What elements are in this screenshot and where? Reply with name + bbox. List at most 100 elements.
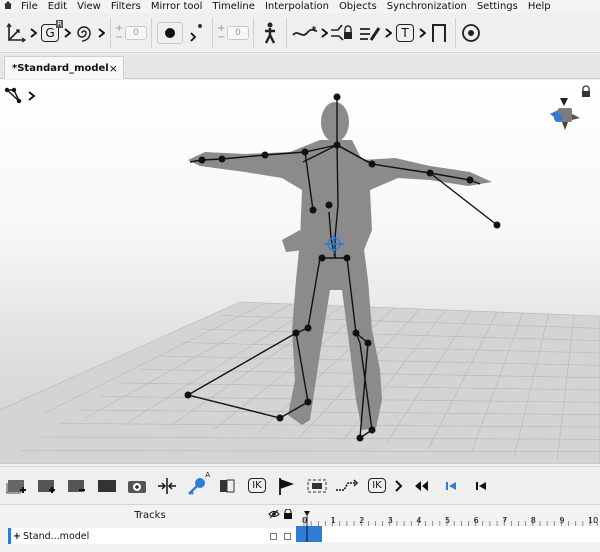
camera-icon[interactable] bbox=[461, 16, 483, 50]
chevron-right-icon[interactable] bbox=[417, 16, 427, 50]
ruler-ticks: 0 1 2 3 4 5 6 7 8 9 10 bbox=[302, 516, 598, 526]
edit-lines-icon[interactable] bbox=[358, 16, 382, 50]
minus-label[interactable]: − bbox=[217, 32, 225, 42]
film-frame-icon[interactable] bbox=[92, 471, 122, 501]
menu-edit[interactable]: Edit bbox=[43, 0, 72, 13]
close-icon[interactable]: × bbox=[109, 62, 118, 75]
text-t-button[interactable]: T bbox=[394, 16, 416, 50]
tick-label: 6 bbox=[474, 516, 479, 525]
figure-icon[interactable] bbox=[259, 16, 281, 50]
tick-label: 0 bbox=[302, 516, 307, 525]
menu-synchronization[interactable]: Synchronization bbox=[382, 0, 472, 13]
tick-label: 2 bbox=[359, 516, 364, 525]
chevron-right-icon[interactable] bbox=[62, 16, 72, 50]
menu-file[interactable]: File bbox=[16, 0, 43, 13]
lock-icon[interactable] bbox=[283, 509, 293, 519]
tab-standard-model[interactable]: *Standard_model × bbox=[4, 56, 124, 79]
document-tab-bar: *Standard_model × bbox=[0, 54, 600, 79]
tick-label: 8 bbox=[531, 516, 536, 525]
ik-secondary-button[interactable]: IK bbox=[362, 471, 392, 501]
split-icon[interactable] bbox=[152, 471, 182, 501]
3d-viewport[interactable] bbox=[0, 80, 600, 464]
chevron-right-icon[interactable] bbox=[383, 16, 393, 50]
remove-clip-icon[interactable] bbox=[62, 471, 92, 501]
menu-view[interactable]: View bbox=[72, 0, 106, 13]
timeline-track-lane bbox=[296, 526, 600, 542]
locked-curve-icon[interactable] bbox=[330, 16, 356, 50]
tick-label: 1 bbox=[331, 516, 336, 525]
record-button[interactable] bbox=[157, 16, 183, 50]
toolbar-divider bbox=[151, 17, 152, 48]
pin-chevron-icon[interactable] bbox=[185, 16, 207, 50]
mirror-pose-icon[interactable] bbox=[212, 471, 242, 501]
menu-timeline[interactable]: Timeline bbox=[207, 0, 260, 13]
menu-settings[interactable]: Settings bbox=[472, 0, 523, 13]
toolbar-divider bbox=[212, 17, 213, 48]
tick-label: 5 bbox=[445, 516, 450, 525]
menu-mirror-tool[interactable]: Mirror tool bbox=[146, 0, 208, 13]
tracks-panel: Tracks + Stand...model 0 1 2 3 4 5 6 7 8 9 10 bbox=[0, 504, 600, 548]
rewind-icon[interactable] bbox=[406, 471, 436, 501]
tracks-title: Tracks bbox=[134, 510, 166, 521]
track-label: Stand...model bbox=[23, 530, 90, 542]
tick-label: 9 bbox=[559, 516, 564, 525]
ik-label: IK bbox=[248, 478, 266, 493]
add-camera-icon[interactable] bbox=[122, 471, 152, 501]
minus-label[interactable]: − bbox=[115, 32, 123, 42]
timeline-ruler[interactable]: 0 1 2 3 4 5 6 7 8 9 10 bbox=[296, 505, 600, 549]
frame-select-icon[interactable] bbox=[302, 471, 332, 501]
tick-label: 7 bbox=[502, 516, 507, 525]
toolbar-divider bbox=[253, 17, 254, 48]
chevron-right-icon[interactable] bbox=[96, 16, 106, 50]
auto-key-icon[interactable]: A bbox=[182, 471, 212, 501]
rotation-stepper[interactable]: + − bbox=[115, 23, 123, 42]
grid-snap-g-button[interactable]: G R bbox=[39, 16, 63, 50]
viewport-camera-gizmo[interactable] bbox=[546, 84, 592, 143]
menu-filters[interactable]: Filters bbox=[106, 0, 146, 13]
add-layer-icon[interactable] bbox=[2, 471, 32, 501]
spiral-icon[interactable] bbox=[73, 16, 95, 50]
track-visible-checkbox[interactable] bbox=[270, 532, 277, 540]
chevron-right-icon[interactable] bbox=[392, 471, 406, 501]
expand-icon[interactable]: + bbox=[11, 531, 23, 542]
position-value-field[interactable]: 0 bbox=[227, 25, 249, 40]
menu-bar: File Edit View Filters Mirror tool Timel… bbox=[0, 0, 600, 13]
menu-interpolation[interactable]: Interpolation bbox=[260, 0, 334, 13]
visibility-icon[interactable] bbox=[268, 509, 280, 519]
add-clip-icon[interactable] bbox=[32, 471, 62, 501]
chevron-right-icon[interactable] bbox=[319, 16, 329, 50]
chevron-right-icon[interactable] bbox=[28, 91, 36, 101]
curve-icon[interactable] bbox=[292, 16, 318, 50]
flag-icon[interactable] bbox=[272, 471, 302, 501]
tracks-header-icons bbox=[268, 509, 293, 519]
chevron-right-icon[interactable] bbox=[28, 16, 38, 50]
view-cube-icon bbox=[550, 98, 580, 130]
main-toolbar: G R + − 0 + − 0 T bbox=[0, 13, 600, 53]
bracket-icon[interactable] bbox=[428, 16, 450, 50]
bone-graph-icon[interactable] bbox=[4, 86, 28, 106]
ik-button[interactable]: IK bbox=[242, 471, 272, 501]
tick-label: 4 bbox=[416, 516, 421, 525]
track-row[interactable]: + Stand...model bbox=[8, 528, 296, 544]
animation-toolbar: A IK IK bbox=[0, 466, 600, 504]
rotation-value-field[interactable]: 0 bbox=[125, 25, 147, 40]
step-curve-icon[interactable] bbox=[332, 471, 362, 501]
go-to-start-icon[interactable] bbox=[436, 471, 466, 501]
scene-canvas[interactable] bbox=[0, 80, 600, 464]
position-stepper[interactable]: + − bbox=[217, 23, 225, 42]
ik-label-2: IK bbox=[368, 478, 386, 493]
viewport-bone-menu[interactable] bbox=[4, 86, 36, 106]
home-icon[interactable] bbox=[0, 0, 16, 13]
toolbar-divider bbox=[455, 17, 456, 48]
axis-transform-icon[interactable] bbox=[5, 16, 27, 50]
auto-key-badge: A bbox=[205, 470, 210, 479]
toolbar-divider bbox=[110, 17, 111, 48]
tick-label: 10 bbox=[588, 516, 598, 525]
previous-frame-icon[interactable] bbox=[466, 471, 496, 501]
menu-help[interactable]: Help bbox=[523, 0, 556, 13]
track-lock-checkbox[interactable] bbox=[284, 532, 291, 540]
toolbar-divider bbox=[286, 17, 287, 48]
tab-title: *Standard_model bbox=[12, 62, 109, 74]
menu-objects[interactable]: Objects bbox=[334, 0, 382, 13]
t-label: T bbox=[396, 23, 414, 42]
